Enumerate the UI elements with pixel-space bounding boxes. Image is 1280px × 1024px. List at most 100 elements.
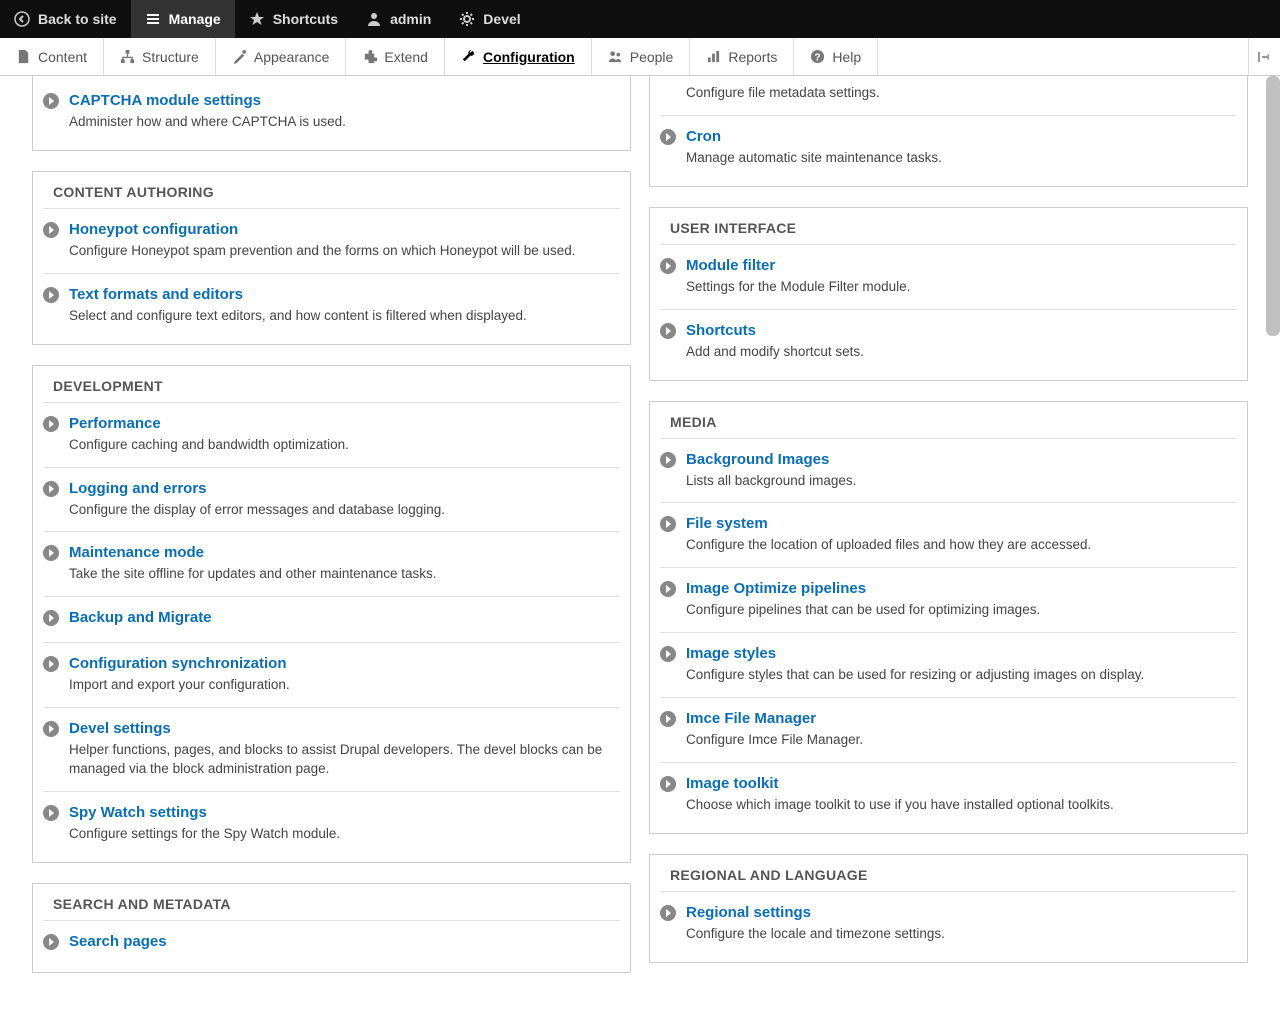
link-desc: Lists all background images. bbox=[686, 472, 1237, 491]
link-shortcuts: Shortcuts Add and modify shortcut sets. bbox=[660, 310, 1237, 374]
manage-button[interactable]: Manage bbox=[131, 0, 235, 38]
wrench-icon bbox=[461, 49, 476, 64]
link-regional: Regional settings Configure the locale a… bbox=[660, 892, 1237, 956]
panel-header: CONTENT AUTHORING bbox=[43, 172, 620, 209]
link-title[interactable]: Cron bbox=[686, 128, 721, 145]
right-column: Configure file metadata settings. Cron M… bbox=[649, 76, 1248, 973]
link-title[interactable]: Backup and Migrate bbox=[69, 609, 212, 626]
link-title[interactable]: Background Images bbox=[686, 451, 829, 468]
link-title[interactable]: Honeypot configuration bbox=[69, 221, 238, 238]
link-title[interactable]: Imce File Manager bbox=[686, 710, 816, 727]
link-performance: Performance Configure caching and bandwi… bbox=[43, 403, 620, 468]
tab-appearance[interactable]: Appearance bbox=[216, 38, 347, 75]
link-desc: Configure the locale and timezone settin… bbox=[686, 925, 1237, 944]
link-title[interactable]: Maintenance mode bbox=[69, 544, 204, 561]
chevron-right-icon bbox=[43, 287, 59, 303]
link-title[interactable]: Shortcuts bbox=[686, 322, 756, 339]
back-to-site-button[interactable]: Back to site bbox=[0, 0, 131, 38]
admin-button[interactable]: admin bbox=[352, 0, 445, 38]
link-title[interactable]: Spy Watch settings bbox=[69, 804, 207, 821]
chevron-right-icon bbox=[43, 656, 59, 672]
chevron-right-icon bbox=[43, 805, 59, 821]
link-desc: Configure pipelines that can be used for… bbox=[686, 601, 1237, 620]
admin-menu: Content Structure Appearance Extend Conf… bbox=[0, 38, 1280, 76]
tab-people-label: People bbox=[630, 49, 674, 65]
link-spy-watch: Spy Watch settings Configure settings fo… bbox=[43, 792, 620, 856]
link-title[interactable]: Image toolkit bbox=[686, 775, 779, 792]
link-title[interactable]: Image styles bbox=[686, 645, 776, 662]
panel-content-authoring: CONTENT AUTHORING Honeypot configuration… bbox=[32, 171, 631, 345]
chevron-right-icon bbox=[43, 545, 59, 561]
panel-header: DEVELOPMENT bbox=[43, 366, 620, 403]
link-title[interactable]: Module filter bbox=[686, 257, 775, 274]
tab-help[interactable]: ? Help bbox=[794, 38, 878, 75]
chevron-right-icon bbox=[660, 581, 676, 597]
tab-content[interactable]: Content bbox=[0, 38, 104, 75]
devel-label: Devel bbox=[483, 11, 520, 27]
chevron-right-icon bbox=[660, 776, 676, 792]
link-bg-images: Background Images Lists all background i… bbox=[660, 439, 1237, 504]
admin-label: admin bbox=[390, 11, 431, 27]
tab-configuration[interactable]: Configuration bbox=[445, 38, 592, 75]
extend-icon bbox=[362, 49, 377, 64]
chevron-right-icon bbox=[660, 711, 676, 727]
menu-icon bbox=[145, 11, 161, 27]
link-cron: Cron Manage automatic site maintenance t… bbox=[660, 116, 1237, 180]
panel-header: USER INTERFACE bbox=[660, 208, 1237, 245]
link-desc: Configure settings for the Spy Watch mod… bbox=[69, 825, 620, 844]
back-label: Back to site bbox=[38, 11, 117, 27]
scrollbar[interactable] bbox=[1266, 76, 1280, 336]
chevron-right-icon bbox=[43, 93, 59, 109]
tab-reports-label: Reports bbox=[728, 49, 777, 65]
link-module-filter: Module filter Settings for the Module Fi… bbox=[660, 245, 1237, 310]
toggle-icon bbox=[1257, 49, 1273, 65]
tab-reports[interactable]: Reports bbox=[690, 38, 794, 75]
link-title[interactable]: Regional settings bbox=[686, 904, 811, 921]
tab-extend[interactable]: Extend bbox=[346, 38, 445, 75]
link-image-toolkit: Image toolkit Choose which image toolkit… bbox=[660, 763, 1237, 827]
link-title[interactable]: File system bbox=[686, 515, 768, 532]
devel-button[interactable]: Devel bbox=[445, 0, 534, 38]
link-desc: Administer how and where CAPTCHA is used… bbox=[69, 113, 620, 132]
link-title[interactable]: Logging and errors bbox=[69, 480, 207, 497]
panel-development: DEVELOPMENT Performance Configure cachin… bbox=[32, 365, 631, 863]
link-text-formats: Text formats and editors Select and conf… bbox=[43, 274, 620, 338]
link-title[interactable]: CAPTCHA module settings bbox=[69, 92, 261, 109]
link-title[interactable]: Search pages bbox=[69, 933, 167, 950]
link-logging: Logging and errors Configure the display… bbox=[43, 468, 620, 533]
chevron-right-icon bbox=[43, 416, 59, 432]
link-honeypot: Honeypot configuration Configure Honeypo… bbox=[43, 209, 620, 274]
panel-header: MEDIA bbox=[660, 402, 1237, 439]
chevron-right-icon bbox=[43, 934, 59, 950]
reports-icon bbox=[706, 49, 721, 64]
chevron-right-icon bbox=[43, 222, 59, 238]
svg-text:?: ? bbox=[815, 52, 821, 63]
panel-search-metadata: SEARCH AND METADATA Search pages bbox=[32, 883, 631, 973]
structure-icon bbox=[120, 49, 135, 64]
tab-people[interactable]: People bbox=[592, 38, 691, 75]
panel-header: SEARCH AND METADATA bbox=[43, 884, 620, 921]
link-backup: Backup and Migrate bbox=[43, 597, 620, 643]
chevron-right-icon bbox=[43, 610, 59, 626]
people-icon bbox=[608, 49, 623, 64]
link-desc: Configure the location of uploaded files… bbox=[686, 536, 1237, 555]
document-icon bbox=[16, 49, 31, 64]
link-title[interactable]: Text formats and editors bbox=[69, 286, 243, 303]
tab-help-label: Help bbox=[832, 49, 861, 65]
link-title[interactable]: Image Optimize pipelines bbox=[686, 580, 866, 597]
link-desc: Configure the display of error messages … bbox=[69, 501, 620, 520]
shortcuts-button[interactable]: Shortcuts bbox=[235, 0, 352, 38]
link-title[interactable]: Performance bbox=[69, 415, 161, 432]
link-title[interactable]: Configuration synchronization bbox=[69, 655, 287, 672]
panel-spam: CAPTCHA module settings Administer how a… bbox=[32, 76, 631, 151]
link-config-sync: Configuration synchronization Import and… bbox=[43, 643, 620, 708]
tab-structure[interactable]: Structure bbox=[104, 38, 216, 75]
orientation-toggle[interactable] bbox=[1248, 38, 1280, 75]
link-image-optimize: Image Optimize pipelines Configure pipel… bbox=[660, 568, 1237, 633]
help-icon: ? bbox=[810, 49, 825, 64]
panel-user-interface: USER INTERFACE Module filter Settings fo… bbox=[649, 207, 1248, 381]
link-desc: Settings for the Module Filter module. bbox=[686, 278, 1237, 297]
link-title[interactable]: Devel settings bbox=[69, 720, 171, 737]
link-desc: Take the site offline for updates and ot… bbox=[69, 565, 620, 584]
panel-header: REGIONAL AND LANGUAGE bbox=[660, 855, 1237, 892]
